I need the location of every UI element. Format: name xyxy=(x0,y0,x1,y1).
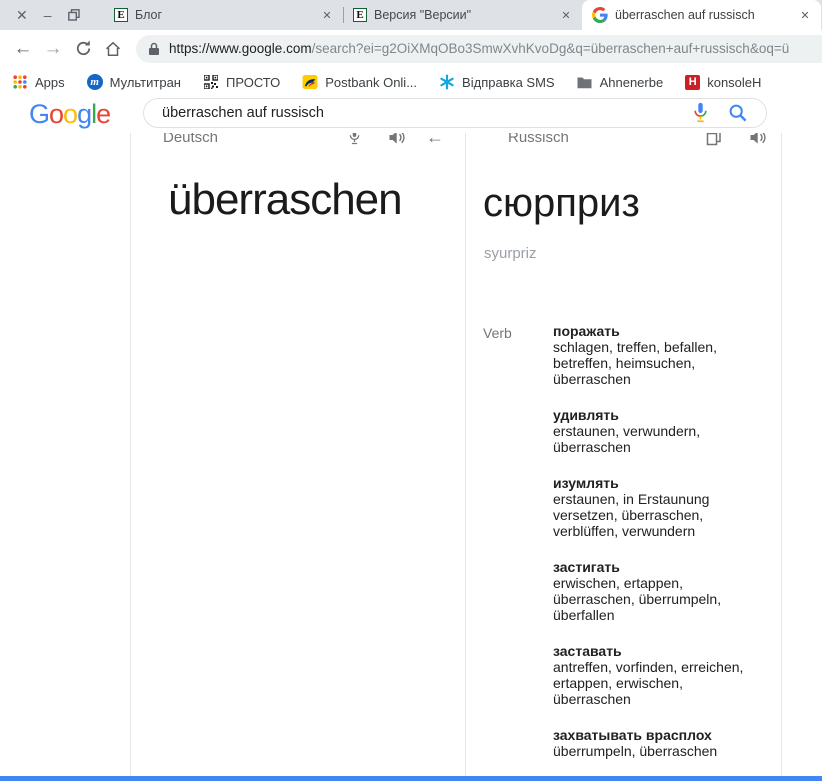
tab-label: Блог xyxy=(135,8,312,22)
bottom-highlight-strip xyxy=(0,776,822,781)
multitran-icon: m xyxy=(87,74,103,90)
card-left-border xyxy=(130,133,131,781)
bookmark-multitran[interactable]: m Мультитран xyxy=(87,74,181,90)
dictionary-entry[interactable]: поражать schlagen, treffen, befallen, be… xyxy=(553,323,747,387)
tab-versiya[interactable]: E Версия "Версии" ✕ xyxy=(343,0,582,30)
bookmark-label: ПРОСТО xyxy=(226,75,280,90)
url-path: /search?ei=g2OiXMqOBo3SmwXvhKvoDg&q=über… xyxy=(312,41,790,56)
bookmark-ahnenerbe[interactable]: Ahnenerbe xyxy=(577,74,664,90)
bookmark-konsoleh[interactable]: H konsoleH xyxy=(685,75,761,90)
url-origin: https://www.google.com xyxy=(169,41,312,56)
entry-translations: überrumpeln, überraschen xyxy=(553,743,747,759)
entry-translations: schlagen, treffen, befallen, betreffen, … xyxy=(553,339,747,387)
copy-icon[interactable] xyxy=(705,133,723,146)
search-icon[interactable] xyxy=(726,101,750,125)
source-text: überraschen xyxy=(168,175,402,225)
entry-term[interactable]: изумлять xyxy=(553,475,747,491)
bookmark-apps[interactable]: Apps xyxy=(12,74,65,90)
mic-icon[interactable] xyxy=(345,133,363,146)
bookmark-label: konsoleH xyxy=(707,75,761,90)
logo-letter: o xyxy=(63,99,77,129)
listen-target-icon[interactable] xyxy=(748,133,766,146)
bookmark-postbank[interactable]: Postbank Onli... xyxy=(302,74,417,90)
qr-code-icon xyxy=(203,74,219,90)
window-close-icon[interactable]: ✕ xyxy=(16,8,28,22)
search-input[interactable]: überraschen auf russisch xyxy=(143,98,767,128)
part-of-speech-label: Verb xyxy=(483,323,553,779)
dictionary-entry[interactable]: изумлять erstaunen, in Erstaunung verset… xyxy=(553,475,747,539)
entry-translations: antreffen, vorfinden, erreichen, ertappe… xyxy=(553,659,747,707)
entry-translations: erstaunen, in Erstaunung versetzen, über… xyxy=(553,491,747,539)
source-language-tab[interactable]: Deutsch xyxy=(163,133,218,146)
voice-search-icon[interactable] xyxy=(688,101,712,125)
logo-letter: o xyxy=(49,99,63,129)
tab-strip: ✕ – E Блог ✕ E Версия "Версии" ✕ überras… xyxy=(0,0,822,30)
window-minimize-icon[interactable]: – xyxy=(44,8,52,22)
browser-window: ✕ – E Блог ✕ E Версия "Версии" ✕ überras… xyxy=(0,0,822,781)
tab-blog[interactable]: E Блог ✕ xyxy=(104,0,343,30)
window-controls: ✕ – xyxy=(0,0,104,30)
apps-grid-icon xyxy=(12,74,28,90)
translate-card-header: Deutsch ← Russisch xyxy=(130,133,781,153)
entry-term[interactable]: заставать xyxy=(553,643,747,659)
entry-term[interactable]: застигать xyxy=(553,559,747,575)
bookmark-label: Postbank Onli... xyxy=(325,75,417,90)
bookmark-label: Відправка SMS xyxy=(462,75,555,90)
site-e-favicon-icon: E xyxy=(114,8,128,22)
logo-letter: g xyxy=(77,99,91,129)
browser-toolbar: ← → https://www.google.com/search?ei=g2O… xyxy=(0,30,822,67)
folder-icon xyxy=(577,74,593,90)
google-logo[interactable]: Google xyxy=(29,98,110,130)
google-search-header: Google überraschen auf russisch xyxy=(0,97,822,133)
reload-icon[interactable] xyxy=(68,34,98,64)
entry-term[interactable]: поражать xyxy=(553,323,747,339)
tab-close-icon[interactable]: ✕ xyxy=(797,7,813,23)
tab-close-icon[interactable]: ✕ xyxy=(558,7,574,23)
card-column-divider xyxy=(465,133,466,781)
bookmark-label: Ahnenerbe xyxy=(600,75,664,90)
swap-arrow-icon[interactable]: ← xyxy=(426,133,444,146)
bookmarks-bar: Apps m Мультитран ПРОСТО xyxy=(0,67,822,97)
lock-icon[interactable] xyxy=(148,42,160,56)
dictionary-entry[interactable]: захватывать врасплох überrumpeln, überra… xyxy=(553,727,747,759)
home-icon[interactable] xyxy=(98,34,128,64)
konsoleh-icon: H xyxy=(685,75,700,90)
logo-letter: e xyxy=(96,99,110,129)
postbank-icon xyxy=(302,74,318,90)
entry-term[interactable]: захватывать врасплох xyxy=(553,727,747,743)
translated-text: сюрприз xyxy=(483,181,640,226)
address-bar[interactable]: https://www.google.com/search?ei=g2OiXMq… xyxy=(136,35,822,63)
logo-letter: G xyxy=(29,99,49,129)
tab-ueberraschen-active[interactable]: überraschen auf russisch ✕ xyxy=(582,0,821,30)
window-restore-icon[interactable] xyxy=(68,9,80,21)
tab-label: überraschen auf russisch xyxy=(615,8,790,22)
entry-translations: erstaunen, verwundern, überraschen xyxy=(553,423,747,455)
google-favicon-icon xyxy=(592,7,608,23)
entry-translations: erwischen, ertappen, überraschen, überru… xyxy=(553,575,747,623)
entry-term[interactable]: удивлять xyxy=(553,407,747,423)
transliteration: syurpriz xyxy=(484,245,537,262)
bookmark-label: Apps xyxy=(35,75,65,90)
card-right-border xyxy=(781,133,782,781)
dictionary-section: Verb поражать schlagen, treffen, befalle… xyxy=(483,323,747,779)
forward-icon[interactable]: → xyxy=(38,34,68,64)
url-text: https://www.google.com/search?ei=g2OiXMq… xyxy=(169,41,789,56)
dictionary-entries: поражать schlagen, treffen, befallen, be… xyxy=(553,323,747,779)
dictionary-entry[interactable]: застигать erwischen, ertappen, überrasch… xyxy=(553,559,747,623)
tab-close-icon[interactable]: ✕ xyxy=(319,7,335,23)
dictionary-entry[interactable]: удивлять erstaunen, verwundern, überrasc… xyxy=(553,407,747,455)
bookmark-label: Мультитран xyxy=(110,75,181,90)
dictionary-entry[interactable]: заставать antreffen, vorfinden, erreiche… xyxy=(553,643,747,707)
search-query-text[interactable]: überraschen auf russisch xyxy=(162,105,688,121)
kyivstar-star-icon xyxy=(439,74,455,90)
site-e-favicon-icon: E xyxy=(353,8,367,22)
target-language-tab[interactable]: Russisch xyxy=(508,133,569,146)
page-content: Deutsch ← Russisch überraschen сюрприз s… xyxy=(0,133,822,781)
back-icon[interactable]: ← xyxy=(8,34,38,64)
listen-source-icon[interactable] xyxy=(387,133,405,146)
tab-label: Версия "Версии" xyxy=(374,8,551,22)
bookmark-sms[interactable]: Відправка SMS xyxy=(439,74,555,90)
bookmark-prosto[interactable]: ПРОСТО xyxy=(203,74,280,90)
